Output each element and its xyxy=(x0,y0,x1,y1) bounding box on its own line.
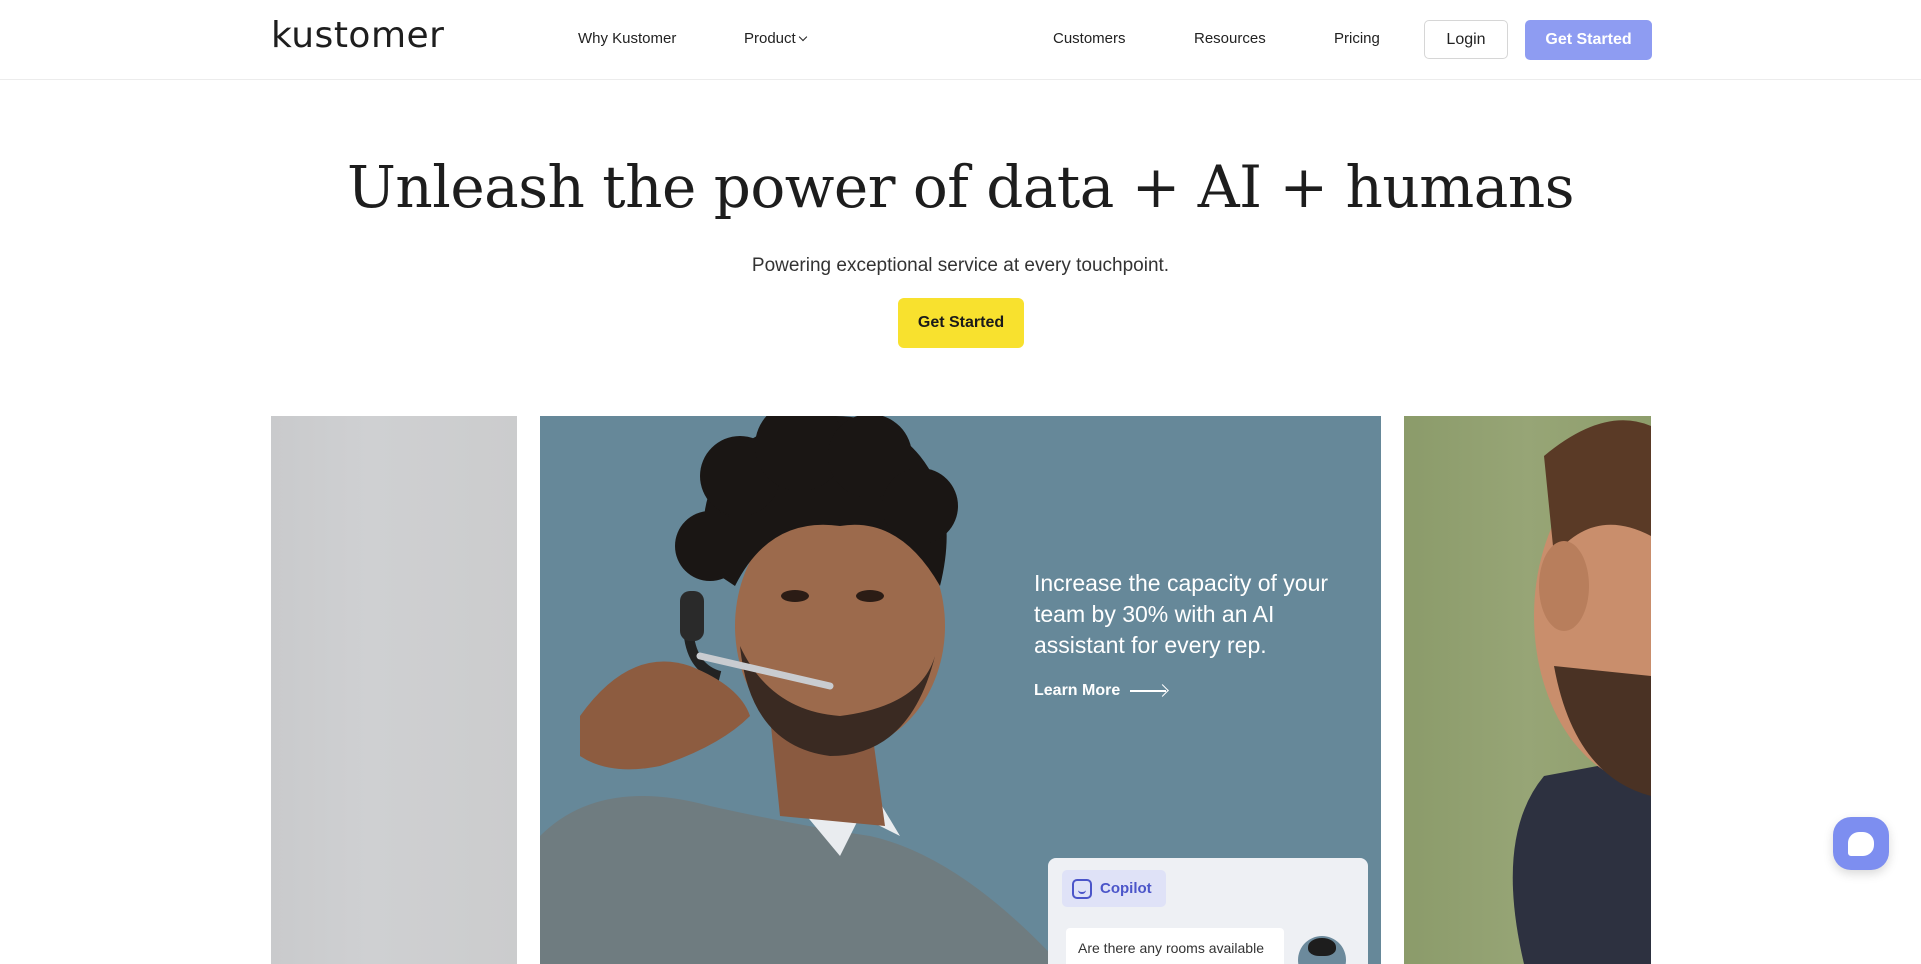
copilot-icon xyxy=(1072,878,1092,899)
customer-photo xyxy=(1512,420,1651,964)
nav-why-kustomer[interactable]: Why Kustomer xyxy=(578,31,676,46)
nav-resources[interactable]: Resources xyxy=(1194,31,1266,46)
carousel-slide-next[interactable] xyxy=(1404,416,1651,964)
copilot-question: Are there any rooms available xyxy=(1066,928,1284,964)
header-get-started-button[interactable]: Get Started xyxy=(1525,20,1652,60)
chat-bubble-icon xyxy=(1848,831,1874,856)
nav-product-label: Product xyxy=(744,30,796,47)
hero-get-started-button[interactable]: Get Started xyxy=(898,298,1024,348)
nav-product[interactable]: Product xyxy=(744,30,807,47)
nav-pricing[interactable]: Pricing xyxy=(1334,31,1380,46)
learn-more-link[interactable]: Learn More xyxy=(1034,682,1168,700)
arrow-right-icon xyxy=(1130,685,1168,697)
hero-title: Unleash the power of data + AI + humans xyxy=(347,153,1574,221)
avatar xyxy=(1298,936,1346,964)
learn-more-label: Learn More xyxy=(1034,682,1121,699)
slide-promo-text: Increase the capacity of your team by 30… xyxy=(1034,570,1329,658)
kustomer-logo[interactable]: kustomer xyxy=(271,18,444,54)
site-header: kustomer Why Kustomer Product Customers … xyxy=(0,0,1921,80)
copilot-badge-label: Copilot xyxy=(1100,880,1152,897)
hero-subtitle: Powering exceptional service at every to… xyxy=(751,255,1170,276)
chat-launcher-button[interactable] xyxy=(1833,817,1889,870)
nav-customers[interactable]: Customers xyxy=(1053,31,1126,46)
carousel-slide-previous[interactable] xyxy=(271,416,517,964)
chevron-down-icon xyxy=(798,32,807,42)
login-button[interactable]: Login xyxy=(1424,20,1508,59)
copilot-card: Copilot Are there any rooms available xyxy=(1048,858,1368,964)
carousel-slide-active: Increase the capacity of your team by 30… xyxy=(540,416,1381,964)
copilot-badge: Copilot xyxy=(1062,870,1166,907)
